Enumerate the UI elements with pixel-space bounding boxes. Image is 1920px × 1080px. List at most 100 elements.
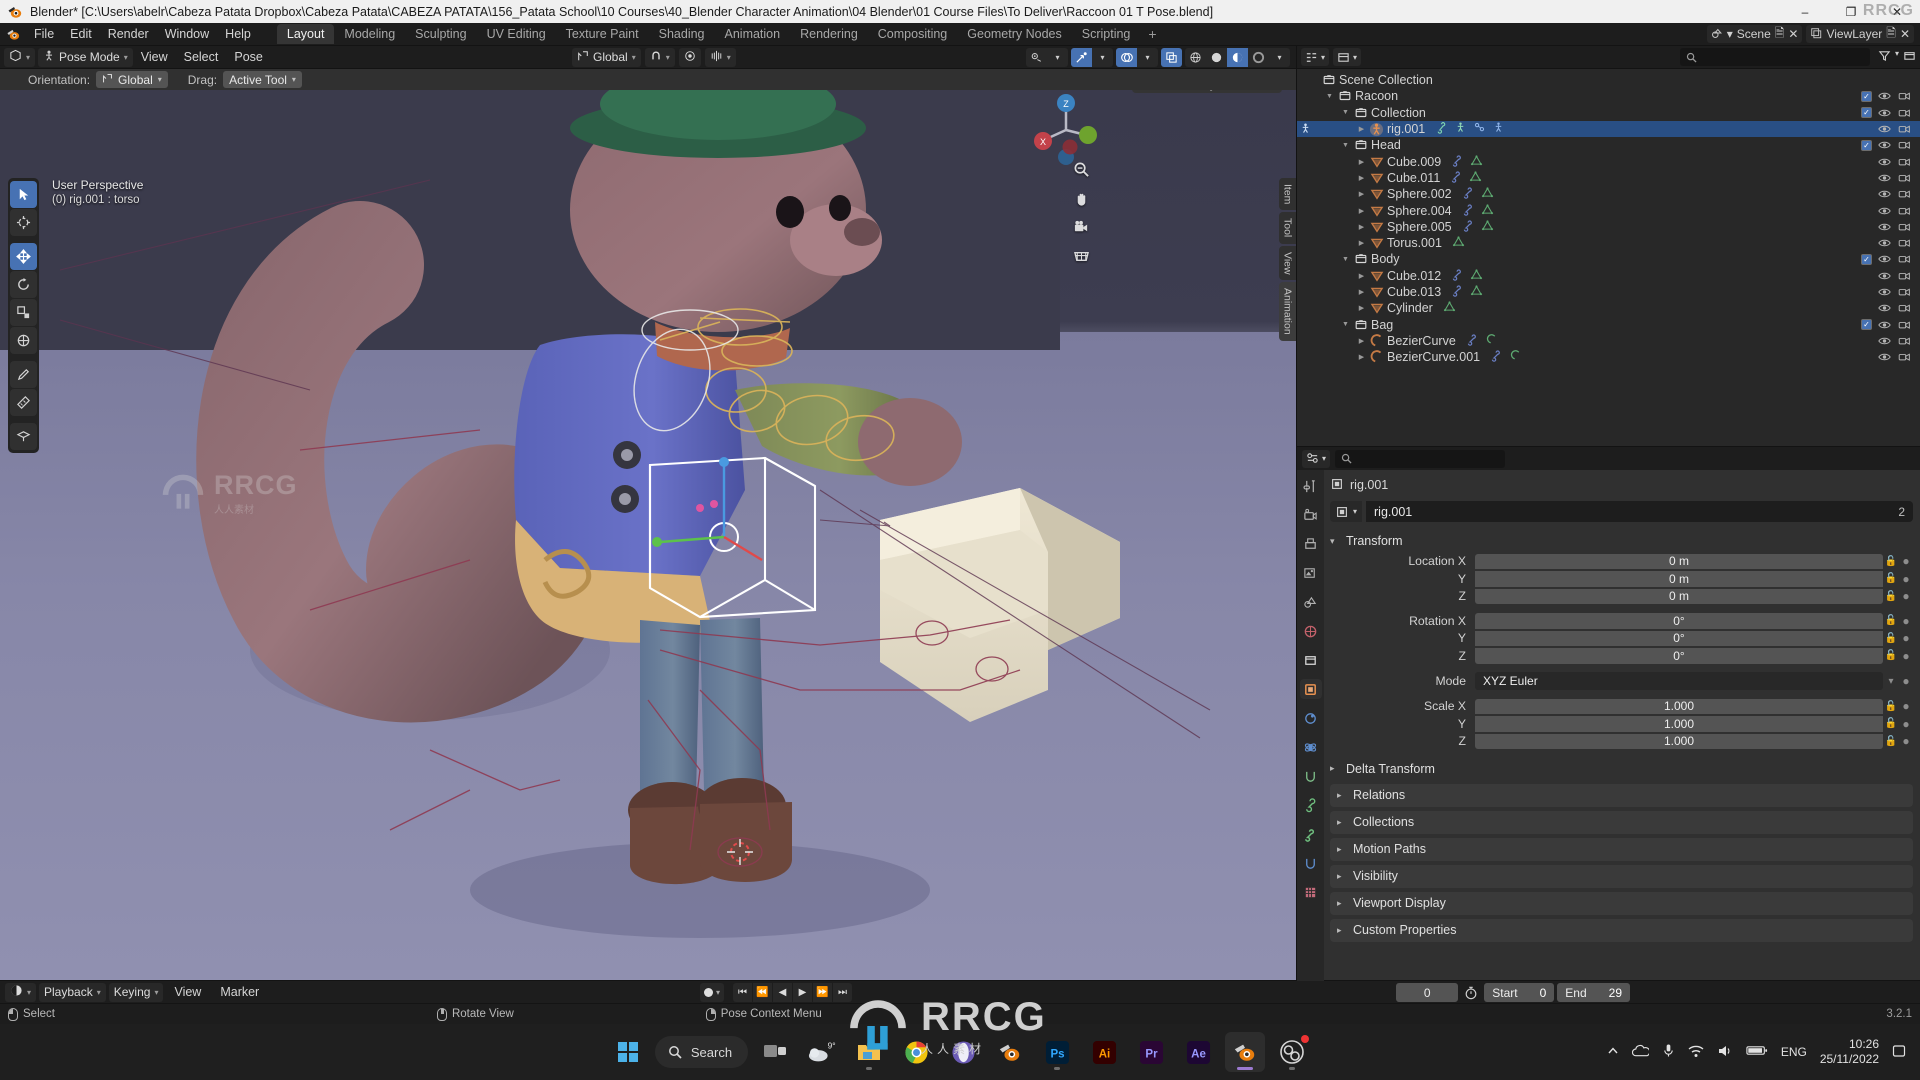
next-keyframe-button[interactable]: ⏩: [813, 983, 833, 1002]
scale-x-animate-icon[interactable]: ●: [1899, 699, 1913, 713]
hide-in-viewport-icon[interactable]: [1877, 156, 1892, 168]
disable-in-render-icon[interactable]: [1897, 107, 1912, 119]
outliner-row-bag[interactable]: ▼ Bag ✓: [1297, 316, 1920, 332]
volume-icon[interactable]: [1717, 1044, 1733, 1061]
panel-relations[interactable]: ▸ Relations: [1330, 783, 1913, 807]
location-y-value[interactable]: 0 m: [1475, 571, 1883, 587]
outliner-row-expander[interactable]: ▶: [1355, 174, 1368, 182]
properties-tab-collection[interactable]: [1300, 650, 1322, 670]
disable-in-render-icon[interactable]: [1897, 237, 1912, 249]
close-button[interactable]: ✕: [1874, 0, 1920, 23]
mesh-data-icon[interactable]: [1443, 300, 1456, 316]
properties-tab-render[interactable]: [1300, 505, 1322, 525]
hide-in-viewport-icon[interactable]: [1877, 302, 1892, 314]
tool-measure[interactable]: [10, 389, 37, 416]
hide-in-viewport-icon[interactable]: [1877, 188, 1892, 200]
properties-tab-output[interactable]: [1300, 534, 1322, 554]
rotation-y-lock-icon[interactable]: 🔓: [1883, 633, 1899, 644]
pose-library-panel[interactable]: ▸ Pose Library ::::: [1132, 90, 1282, 93]
play-reverse-button[interactable]: ◀: [773, 983, 793, 1002]
file-explorer-icon[interactable]: [849, 1032, 889, 1072]
collection-checkbox[interactable]: ✓: [1861, 107, 1872, 119]
panel-collections[interactable]: ▸ Collections: [1330, 810, 1913, 834]
modifier-icon[interactable]: [1490, 349, 1503, 365]
editor-type-selector[interactable]: ▾: [4, 47, 36, 67]
bone-group-icon[interactable]: [1492, 121, 1505, 137]
properties-tab-physics[interactable]: [1300, 737, 1322, 757]
outliner-row-expander[interactable]: ▶: [1355, 223, 1368, 231]
modifier-icon[interactable]: [1450, 170, 1463, 186]
outliner-tree[interactable]: Scene Collection ▼ Racoon ✓ ▼ Collection ✓ ▶ rig…: [1297, 69, 1920, 446]
workspace-tab-texture-paint[interactable]: Texture Paint: [556, 24, 649, 44]
tool-cursor[interactable]: [10, 209, 37, 236]
microphone-icon[interactable]: [1662, 1043, 1675, 1061]
mesh-data-icon[interactable]: [1469, 170, 1482, 186]
tool-move[interactable]: [10, 243, 37, 270]
filter-caret-icon[interactable]: ▾: [1895, 49, 1899, 65]
collection-checkbox[interactable]: ✓: [1861, 90, 1872, 102]
outliner-row-cube-011[interactable]: ▶ Cube.011: [1297, 170, 1920, 186]
viewlayer-remove-icon[interactable]: ✕: [1900, 27, 1910, 41]
jump-to-end-button[interactable]: ⏭: [833, 983, 853, 1002]
workspace-tab-compositing[interactable]: Compositing: [868, 24, 957, 44]
outliner-row-cylinder[interactable]: ▶ Cylinder: [1297, 300, 1920, 316]
drag-settings-dropdown[interactable]: Active Tool ▾: [223, 71, 302, 88]
sidebar-tab-tool[interactable]: Tool: [1279, 212, 1296, 244]
viewport-menu-pose[interactable]: Pose: [226, 48, 271, 67]
overlays-caret-icon[interactable]: ▾: [1137, 48, 1158, 67]
taskbar-clock[interactable]: 10:26 25/11/2022: [1820, 1037, 1879, 1067]
curve-data-icon[interactable]: [1509, 349, 1522, 365]
start-icon[interactable]: [608, 1032, 648, 1072]
panel-visibility[interactable]: ▸ Visibility: [1330, 864, 1913, 888]
hide-in-viewport-icon[interactable]: [1877, 237, 1892, 249]
outliner-row-expander[interactable]: ▶: [1355, 337, 1368, 345]
minimize-button[interactable]: –: [1782, 0, 1828, 23]
opera-icon[interactable]: [943, 1032, 983, 1072]
current-frame-field[interactable]: 0: [1396, 983, 1459, 1002]
timeline-view-menu[interactable]: View: [166, 983, 209, 1002]
outliner-row-expander[interactable]: ▼: [1339, 142, 1352, 149]
rotation-mode-animate-icon[interactable]: ●: [1899, 674, 1913, 688]
location-z-animate-icon[interactable]: ●: [1899, 589, 1913, 603]
premiere-icon[interactable]: Pr: [1131, 1032, 1171, 1072]
armature-data-icon[interactable]: [1454, 121, 1467, 137]
object-name-input[interactable]: rig.001 2: [1366, 501, 1913, 522]
outliner-row-expander[interactable]: ▶: [1355, 190, 1368, 198]
play-button[interactable]: ▶: [793, 983, 813, 1002]
disable-in-render-icon[interactable]: [1897, 172, 1912, 184]
disable-in-render-icon[interactable]: [1897, 253, 1912, 265]
rotation-y-value[interactable]: 0°: [1475, 630, 1883, 647]
auto-keying-toggle[interactable]: ▾: [700, 983, 725, 1002]
previous-keyframe-button[interactable]: ⏪: [753, 983, 773, 1002]
outliner-row-cube-013[interactable]: ▶ Cube.013: [1297, 284, 1920, 300]
3d-viewport[interactable]: RRCG 人人素材 User Perspective (0) rig.001 :…: [0, 90, 1296, 980]
hide-in-viewport-icon[interactable]: [1877, 172, 1892, 184]
taskbar-search-box[interactable]: Search: [654, 1036, 749, 1068]
location-y-lock-icon[interactable]: 🔓: [1883, 573, 1899, 584]
material-preview-shading-icon[interactable]: [1227, 47, 1248, 67]
collection-checkbox[interactable]: ✓: [1861, 253, 1872, 265]
mesh-data-icon[interactable]: [1481, 186, 1494, 202]
overlays-toggle-icon[interactable]: [1116, 47, 1137, 67]
rotation-z-value[interactable]: 0°: [1475, 648, 1883, 664]
animation-data-icon[interactable]: [1473, 121, 1486, 137]
properties-tab-object-constraints[interactable]: [1300, 766, 1322, 786]
battery-icon[interactable]: [1746, 1044, 1768, 1060]
outliner-row-expander[interactable]: ▶: [1355, 272, 1368, 280]
outliner-row-beziercurve[interactable]: ▶ BezierCurve: [1297, 333, 1920, 349]
timeline-playback-menu[interactable]: Playback ▾: [39, 982, 106, 1002]
outliner-row-racoon[interactable]: ▼ Racoon ✓: [1297, 88, 1920, 104]
disable-in-render-icon[interactable]: [1897, 188, 1912, 200]
outliner-row-expander[interactable]: ▼: [1323, 93, 1336, 100]
outliner-row-rig-001[interactable]: ▶ rig.001: [1297, 120, 1920, 138]
properties-tab-object-data[interactable]: [1300, 795, 1322, 815]
panel-viewport-display[interactable]: ▸ Viewport Display: [1330, 891, 1913, 915]
rotation-x-animate-icon[interactable]: ●: [1899, 614, 1913, 628]
outliner-row-expander[interactable]: ▶: [1355, 304, 1368, 312]
sidebar-tab-animation[interactable]: Animation: [1279, 282, 1296, 341]
viewport-menu-view[interactable]: View: [133, 48, 176, 67]
hide-in-viewport-icon[interactable]: [1877, 139, 1892, 151]
hide-in-viewport-icon[interactable]: [1877, 270, 1892, 282]
chrome-icon[interactable]: [896, 1032, 936, 1072]
properties-tab-bone-constraint[interactable]: [1300, 853, 1322, 873]
